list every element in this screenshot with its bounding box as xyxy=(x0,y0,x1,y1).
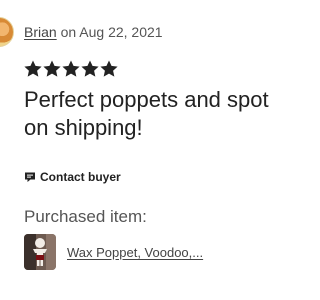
star-icon xyxy=(24,60,42,77)
star-icon xyxy=(43,60,61,77)
contact-buyer-button[interactable]: Contact buyer xyxy=(24,170,121,184)
review-text: Perfect poppets and spot on shipping! xyxy=(24,87,269,140)
purchased-item[interactable]: Wax Poppet, Voodoo,... xyxy=(24,234,203,270)
date-prefix: on xyxy=(60,24,77,40)
purchased-item-label: Purchased item: xyxy=(24,207,147,226)
star-rating xyxy=(24,60,118,78)
reviewer-name-link[interactable]: Brian xyxy=(24,24,57,40)
star-icon xyxy=(81,60,99,77)
star-icon xyxy=(62,60,80,77)
review-card: Brian on Aug 22, 2021 Perfect poppets an… xyxy=(0,0,300,300)
star-icon xyxy=(100,60,118,77)
message-icon xyxy=(24,171,36,183)
review-date: Aug 22, 2021 xyxy=(79,24,163,40)
item-thumbnail[interactable] xyxy=(24,234,56,270)
item-title-link[interactable]: Wax Poppet, Voodoo,... xyxy=(67,245,203,260)
contact-buyer-label: Contact buyer xyxy=(40,170,121,184)
reviewer-avatar[interactable] xyxy=(0,17,14,47)
review-byline: Brian on Aug 22, 2021 xyxy=(24,24,163,40)
review-header: Brian on Aug 22, 2021 xyxy=(0,14,163,50)
